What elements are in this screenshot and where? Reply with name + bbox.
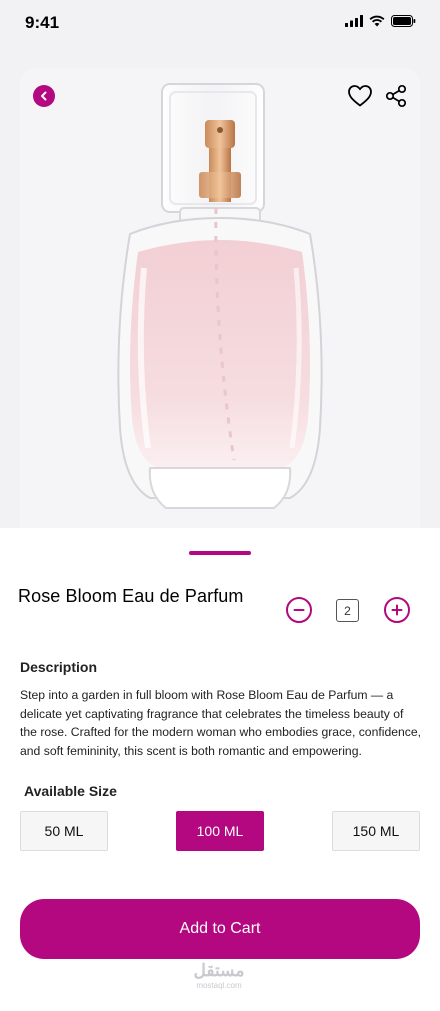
product-title: Rose Bloom Eau de Parfum xyxy=(18,586,244,606)
sheet-handle[interactable] xyxy=(189,551,251,555)
share-icon xyxy=(385,84,407,108)
status-time: 9:41 xyxy=(25,13,60,32)
chevron-left-icon xyxy=(41,91,47,101)
share-button[interactable] xyxy=(385,84,407,108)
description-heading: Description xyxy=(20,659,98,675)
size-option-150ml[interactable]: 150 ML xyxy=(332,811,420,851)
product-image xyxy=(20,68,420,528)
back-button[interactable] xyxy=(33,85,55,107)
description-text: Step into a garden in full bloom with Ro… xyxy=(20,688,422,758)
quantity-decrease-button[interactable] xyxy=(286,597,312,623)
signal-icon xyxy=(345,15,363,27)
watermark-logo: مستقل mostaql.com xyxy=(186,961,252,991)
favorite-button[interactable] xyxy=(347,84,373,108)
wifi-icon xyxy=(369,15,385,27)
plus-icon xyxy=(391,604,403,616)
size-option-50ml[interactable]: 50 ML xyxy=(20,811,108,851)
minus-icon xyxy=(293,609,305,611)
perfume-bottle-image xyxy=(117,83,323,509)
status-icons xyxy=(345,15,416,27)
size-heading: Available Size xyxy=(24,783,117,799)
size-option-100ml[interactable]: 100 ML xyxy=(176,811,264,851)
add-to-cart-button[interactable]: Add to Cart xyxy=(20,899,420,959)
quantity-increase-button[interactable] xyxy=(384,597,410,623)
status-bar: 9:41 xyxy=(0,0,440,46)
quantity-value[interactable]: 2 xyxy=(336,599,359,622)
watermark-latin: mostaql.com xyxy=(196,981,242,990)
battery-icon xyxy=(391,15,416,27)
heart-icon xyxy=(348,85,372,107)
watermark-arabic: مستقل xyxy=(193,961,245,980)
